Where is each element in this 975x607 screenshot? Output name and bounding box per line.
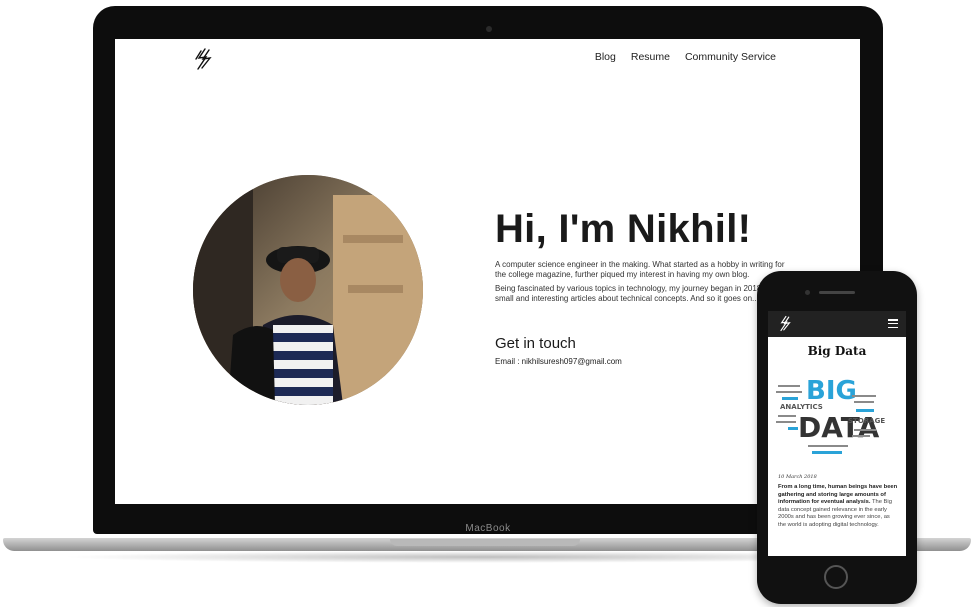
webcam [486,26,492,32]
phone: Big Data BIG DATA ANALYTICS STORAGE 10 M… [757,271,917,604]
phone-navbar [768,311,906,337]
bio-paragraph-1: A computer science engineer in the makin… [495,260,785,279]
post-date: 10 March 2018 [778,474,817,480]
hero-title: Hi, I'm Nikhil! [495,207,752,251]
nav-community-service[interactable]: Community Service [685,51,776,63]
post-body: From a long time, human beings have been… [778,484,898,529]
nav-resume[interactable]: Resume [631,51,670,63]
hamburger-menu-icon[interactable] [888,319,898,328]
cloud-word-storage: STORAGE [848,417,885,425]
profile-photo [193,175,423,405]
nav-blog[interactable]: Blog [595,51,616,63]
post-title: Big Data [807,344,867,358]
email-label: Email : [495,357,522,366]
home-button[interactable] [824,565,848,589]
phone-screen: Big Data BIG DATA ANALYTICS STORAGE 10 M… [768,311,906,556]
bio: A computer science engineer in the makin… [495,260,795,308]
main-nav: Blog Resume Community Service [595,51,776,63]
front-camera [805,290,810,295]
cloud-word-data: DATA [798,411,880,444]
cloud-word-big: BIG [806,376,857,406]
big-data-word-cloud: BIG DATA ANALYTICS STORAGE [768,365,886,461]
lightning-logo-icon[interactable] [191,47,215,71]
email-row: Email : nikhilsuresh097@gmail.com [495,357,622,366]
bio-paragraph-2: Being fascinated by various topics in te… [495,284,789,303]
laptop-notch [390,539,580,546]
phone-speaker [819,291,855,294]
cloud-word-analytics: ANALYTICS [780,403,823,411]
laptop-screen: Blog Resume Community Service Hi, I'm Ni… [115,39,860,504]
lightning-logo-icon[interactable] [776,315,793,332]
contact-heading: Get in touch [495,335,576,352]
email-link[interactable]: nikhilsuresh097@gmail.com [522,357,622,366]
